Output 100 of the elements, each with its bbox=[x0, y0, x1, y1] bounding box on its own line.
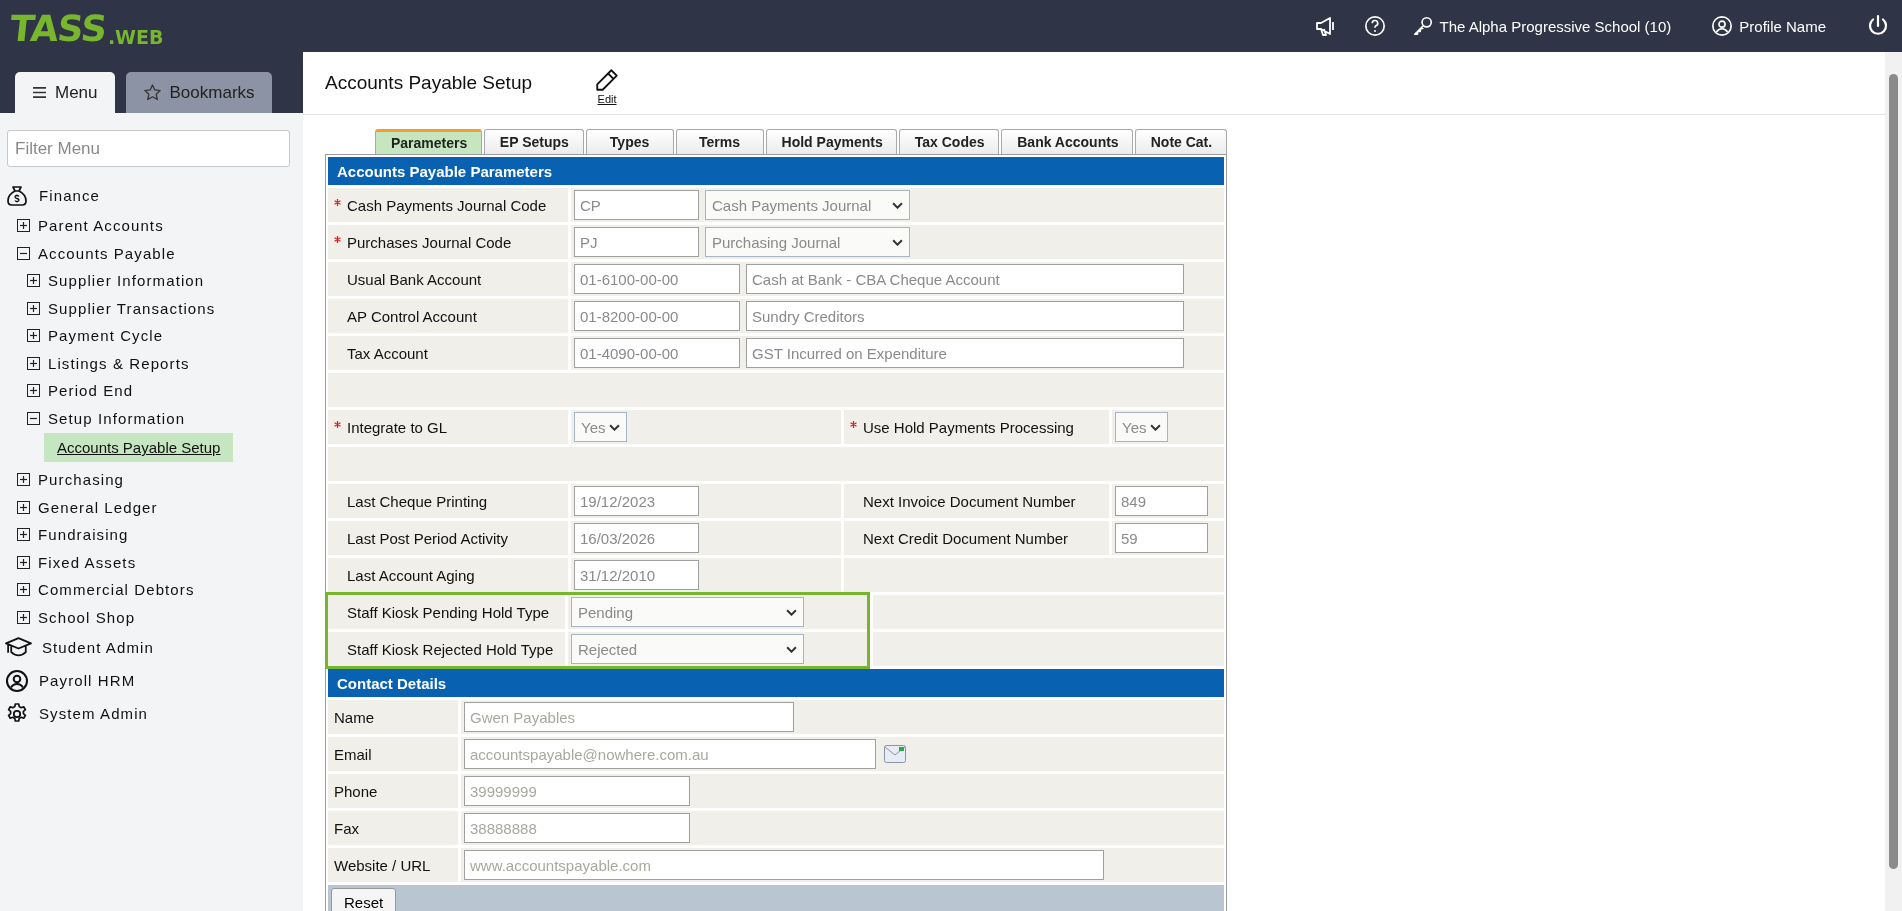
field-label: Last Post Period Activity bbox=[347, 529, 508, 547]
reset-button[interactable]: Reset bbox=[331, 888, 397, 911]
required-icon bbox=[334, 198, 341, 206]
field-label: Purchases Journal Code bbox=[347, 233, 512, 251]
caret-icon bbox=[1150, 423, 1161, 431]
collapse-icon[interactable] bbox=[27, 411, 40, 425]
user-icon bbox=[5, 668, 29, 693]
input-field[interactable]: Cash at Bank - CBA Cheque Account bbox=[746, 264, 1184, 294]
menu-item[interactable]: Payroll HRM bbox=[39, 672, 136, 689]
caret-icon bbox=[786, 645, 797, 653]
field-label: Usual Bank Account bbox=[347, 270, 482, 288]
field-label: Next Invoice Document Number bbox=[863, 492, 1076, 510]
field-label: Last Account Aging bbox=[347, 566, 475, 584]
required-icon bbox=[334, 420, 341, 428]
input-field[interactable]: 31/12/2010 bbox=[574, 560, 699, 590]
field-label: Last Cheque Printing bbox=[347, 492, 488, 510]
expand-icon[interactable] bbox=[27, 329, 40, 343]
star-icon bbox=[142, 83, 162, 102]
field-label: Staff Kiosk Rejected Hold Type bbox=[347, 640, 554, 658]
expand-icon[interactable] bbox=[27, 301, 40, 315]
scrollbar[interactable] bbox=[1885, 52, 1902, 911]
school-selector[interactable]: The Alpha Progressive School (10) bbox=[1411, 15, 1672, 37]
field-label: Integrate to GL bbox=[347, 418, 448, 436]
expand-icon[interactable] bbox=[27, 384, 40, 398]
help-icon[interactable] bbox=[1363, 15, 1386, 37]
tab[interactable]: Tax Codes bbox=[898, 129, 1000, 154]
menu-link[interactable]: Accounts Payable Setup bbox=[44, 433, 234, 462]
tab[interactable]: Bank Accounts bbox=[1001, 129, 1133, 154]
menu-item[interactable]: Accounts Payable bbox=[38, 244, 176, 262]
logo-text: .WEB bbox=[107, 28, 164, 47]
pencil-icon bbox=[594, 67, 621, 93]
input-field[interactable]: Sundry Creditors bbox=[746, 301, 1184, 331]
menu-item[interactable]: Setup Information bbox=[48, 409, 186, 427]
email-icon[interactable] bbox=[884, 745, 906, 763]
menu-item[interactable]: Fundraising bbox=[38, 526, 129, 544]
input-field[interactable]: GST Incurred on Expenditure bbox=[746, 338, 1184, 368]
expand-icon[interactable] bbox=[17, 555, 30, 569]
tab[interactable]: EP Setups bbox=[483, 129, 584, 154]
caret-icon bbox=[786, 608, 797, 616]
field-label: Staff Kiosk Pending Hold Type bbox=[347, 603, 550, 621]
section-header: Contact Details bbox=[328, 669, 1224, 697]
input-field[interactable]: 01-6100-00-00 bbox=[574, 264, 740, 294]
menu-item[interactable]: Payment Cycle bbox=[48, 327, 164, 345]
required-icon bbox=[334, 235, 341, 243]
sidebar-tab[interactable]: Bookmarks bbox=[125, 72, 272, 113]
required-icon bbox=[850, 420, 857, 428]
profile-button[interactable]: Profile Name bbox=[1711, 15, 1826, 37]
input-field[interactable]: 01-4090-00-00 bbox=[574, 338, 740, 368]
expand-icon[interactable] bbox=[17, 583, 30, 597]
edit-button[interactable]: Edit bbox=[594, 67, 621, 105]
input-field[interactable]: 849 bbox=[1115, 486, 1208, 516]
power-icon[interactable] bbox=[1866, 14, 1890, 38]
menu-icon bbox=[32, 86, 47, 99]
menu-item[interactable]: Finance bbox=[39, 187, 101, 204]
field-label: Use Hold Payments Processing bbox=[863, 418, 1074, 436]
expand-icon[interactable] bbox=[27, 274, 40, 288]
caret-icon bbox=[892, 201, 903, 209]
expand-icon[interactable] bbox=[17, 610, 30, 624]
caret-icon bbox=[892, 238, 903, 246]
field-label: Name bbox=[334, 708, 374, 726]
menu-item[interactable]: Listings & Reports bbox=[48, 354, 190, 372]
field-label: Email bbox=[334, 745, 372, 763]
user-icon bbox=[1711, 15, 1734, 37]
tab[interactable]: Terms bbox=[675, 129, 764, 154]
logo-text: TASS bbox=[8, 11, 108, 47]
caret-icon bbox=[609, 423, 620, 431]
tab[interactable]: Hold Payments bbox=[765, 129, 897, 154]
field-label: Fax bbox=[334, 819, 359, 837]
expand-icon[interactable] bbox=[17, 500, 30, 514]
expand-icon[interactable] bbox=[17, 473, 30, 487]
menu-item[interactable]: Supplier Information bbox=[48, 272, 205, 290]
tab[interactable]: Note Cat. bbox=[1134, 129, 1227, 154]
menu-item[interactable]: System Admin bbox=[39, 705, 149, 722]
menu-item[interactable]: General Ledger bbox=[38, 498, 158, 516]
section-header: Accounts Payable Parameters bbox=[328, 157, 1224, 185]
menu-item[interactable]: Student Admin bbox=[42, 639, 154, 656]
expand-icon[interactable] bbox=[17, 219, 30, 233]
tab[interactable]: Types bbox=[585, 129, 674, 154]
filter-field[interactable]: Filter Menu bbox=[7, 130, 290, 167]
input-field[interactable]: 59 bbox=[1115, 523, 1208, 553]
menu-item[interactable]: Parent Accounts bbox=[38, 217, 164, 235]
input-field[interactable]: 01-8200-00-00 bbox=[574, 301, 740, 331]
input-field[interactable]: 19/12/2023 bbox=[574, 486, 699, 516]
menu-item[interactable]: Fixed Assets bbox=[38, 553, 137, 571]
tab[interactable]: Parameters bbox=[375, 129, 482, 154]
menu-item[interactable]: School Shop bbox=[38, 608, 136, 626]
menu-item[interactable]: Purchasing bbox=[38, 471, 125, 489]
money-bag-icon bbox=[5, 183, 29, 208]
menu-item[interactable]: Commercial Debtors bbox=[38, 581, 195, 599]
page-title: Accounts Payable Setup bbox=[325, 72, 533, 94]
menu-item[interactable]: Period End bbox=[48, 382, 134, 400]
expand-icon[interactable] bbox=[27, 356, 40, 370]
field-label: Website / URL bbox=[334, 856, 431, 874]
collapse-icon[interactable] bbox=[17, 246, 30, 260]
sidebar-tab[interactable]: Menu bbox=[15, 72, 115, 113]
menu-item[interactable]: Supplier Transactions bbox=[48, 299, 216, 317]
field-label: AP Control Account bbox=[347, 307, 477, 325]
expand-icon[interactable] bbox=[17, 528, 30, 542]
field-label: Next Credit Document Number bbox=[863, 529, 1069, 547]
input-field[interactable]: 16/03/2026 bbox=[574, 523, 699, 553]
